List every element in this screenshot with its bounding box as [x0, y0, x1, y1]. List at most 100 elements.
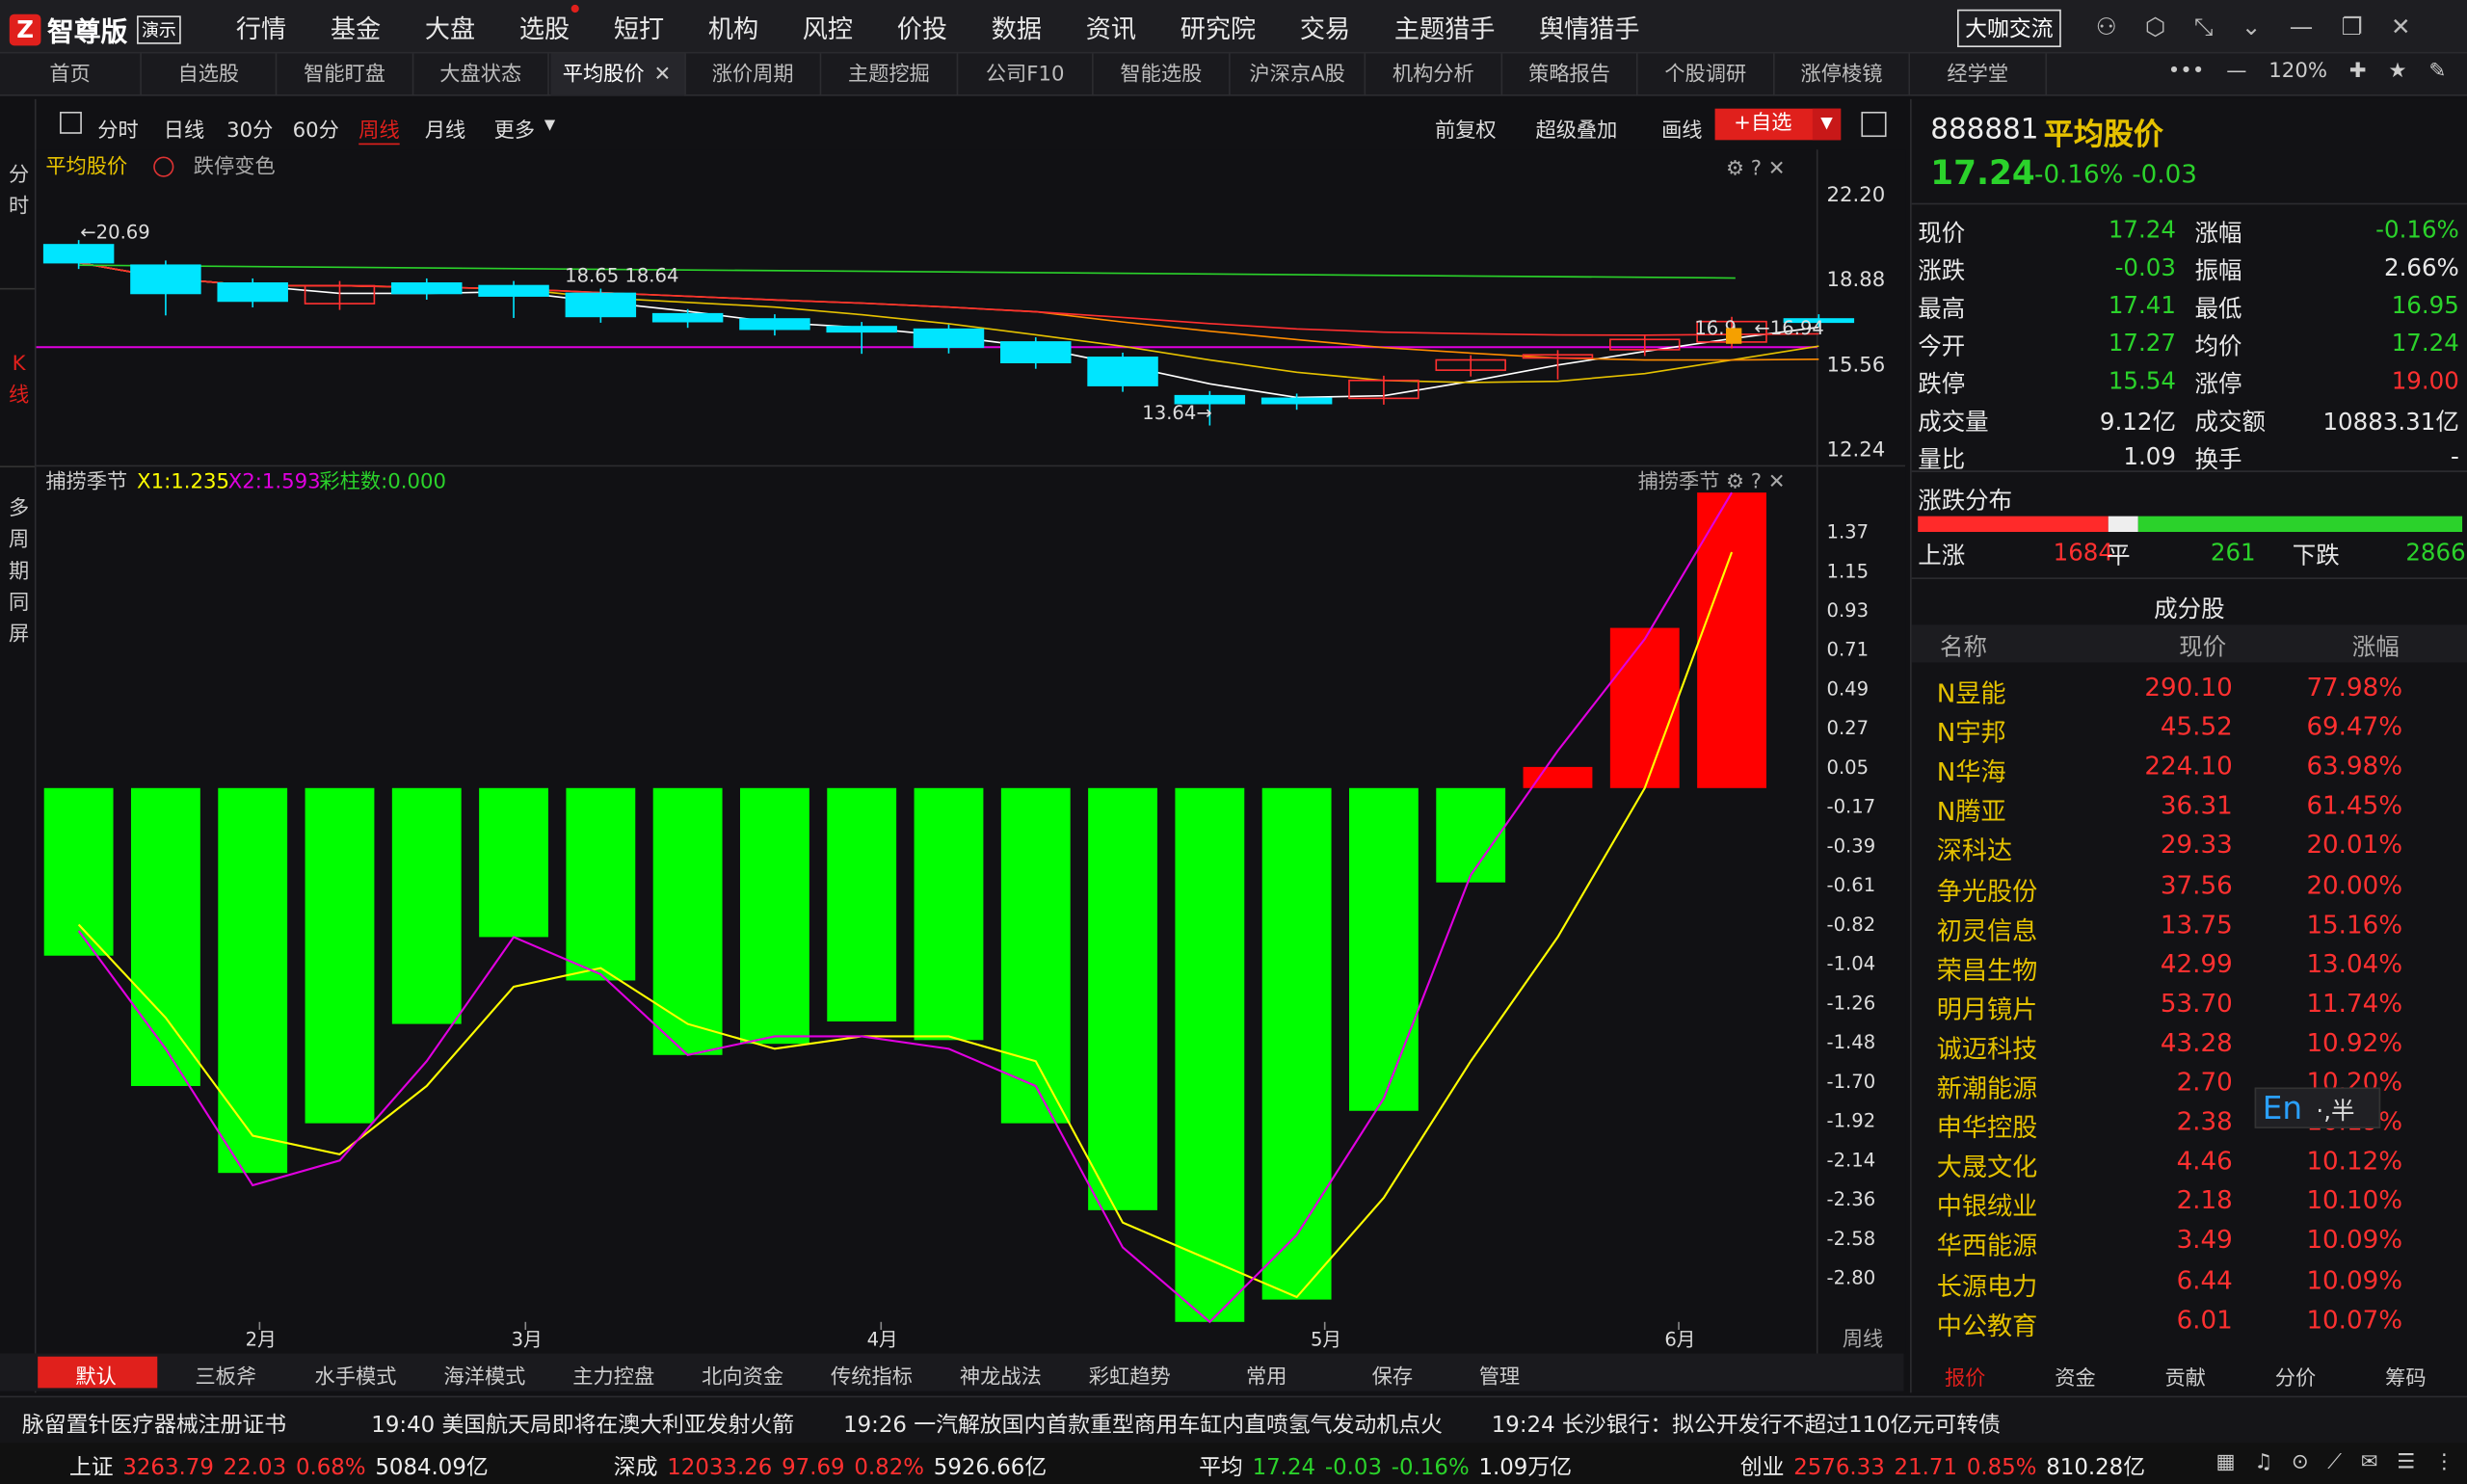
add-fav-dropdown-icon[interactable]: ▼: [1812, 108, 1842, 141]
trend-icon[interactable]: ⟋: [2327, 1451, 2342, 1474]
news-item[interactable]: 19:26 一汽解放国内首款重型商用车缸内直喷氢气发动机点火: [843, 1409, 1443, 1441]
tab-item[interactable]: 智能选股: [1095, 53, 1230, 96]
quote-tab[interactable]: 贡献: [2165, 1362, 2206, 1391]
tab-item[interactable]: 公司F10: [958, 53, 1094, 96]
star-icon[interactable]: ★: [2389, 60, 2407, 83]
indicator-settings-icon[interactable]: ⚙ ? ✕: [1726, 469, 1786, 493]
index-status[interactable]: 创业 2576.33 21.71 0.85% 810.28亿: [1740, 1451, 2145, 1483]
chevron-down-icon[interactable]: ⌄: [2242, 13, 2262, 40]
chart-option[interactable]: 前复权: [1435, 114, 1497, 143]
more-icon[interactable]: •••: [2168, 60, 2205, 83]
period-item[interactable]: 日线: [164, 114, 204, 143]
kline-settings-icon[interactable]: ⚙ ? ✕: [1726, 156, 1786, 180]
col-name[interactable]: 名称: [1940, 629, 1987, 662]
more-dropdown-icon[interactable]: ▼: [544, 118, 555, 133]
side-label-multi[interactable]: 多周期同屏: [7, 494, 32, 651]
component-row[interactable]: N宇邦 45.52 69.47%: [1912, 706, 2467, 748]
zoom-out-icon[interactable]: —: [2226, 60, 2246, 83]
menu-item[interactable]: 价投: [897, 8, 947, 45]
component-row[interactable]: 中银绒业 2.18 10.10%: [1912, 1180, 2467, 1222]
calendar-icon[interactable]: ▦: [2216, 1451, 2236, 1474]
component-row[interactable]: 荣昌生物 42.99 13.04%: [1912, 943, 2467, 985]
template-tab[interactable]: 神龙战法: [960, 1360, 1042, 1390]
menu-item[interactable]: 短打: [614, 8, 664, 45]
col-price[interactable]: 现价: [2179, 629, 2226, 662]
layout-toggle-icon[interactable]: [60, 111, 82, 134]
menu-item[interactable]: 研究院: [1180, 8, 1256, 45]
menu-item[interactable]: 大盘: [425, 8, 475, 45]
tab-item[interactable]: 首页: [0, 53, 142, 96]
settings-icon[interactable]: ⬡: [2145, 13, 2165, 40]
quote-tab[interactable]: 报价: [1945, 1362, 1985, 1391]
component-row[interactable]: 新潮能源 2.70 10.20%: [1912, 1062, 2467, 1103]
tab-item[interactable]: 沪深京A股: [1231, 53, 1366, 96]
component-row[interactable]: 中公教育 6.01 10.07%: [1912, 1299, 2467, 1340]
template-tab[interactable]: 海洋模式: [443, 1360, 525, 1390]
component-row[interactable]: 申华控股2.3810.19%: [1912, 1101, 2467, 1143]
component-row[interactable]: 长源电力 6.44 10.09%: [1912, 1259, 2467, 1301]
menu-item[interactable]: 交易: [1300, 8, 1350, 45]
menu-item[interactable]: 数据: [992, 8, 1042, 45]
tab-item[interactable]: 平均股价 ✕: [549, 53, 686, 96]
period-item[interactable]: 60分: [293, 114, 339, 143]
close-icon[interactable]: ✕: [2391, 13, 2411, 40]
panel-toggle-icon[interactable]: [1861, 111, 1887, 138]
tab-item[interactable]: 经学堂: [1911, 53, 2047, 96]
index-status[interactable]: 深成 12033.26 97.69 0.82% 5926.66亿: [614, 1451, 1047, 1483]
collapse-icon[interactable]: ⤡: [2194, 13, 2214, 40]
index-status[interactable]: 平均 17.24 -0.03 -0.16% 1.09万亿: [1199, 1451, 1572, 1483]
community-button[interactable]: 大咖交流: [1957, 9, 2061, 47]
template-tab[interactable]: 主力控盘: [572, 1360, 654, 1390]
template-tab[interactable]: 彩虹趋势: [1089, 1360, 1171, 1390]
alarm-icon[interactable]: ⊙: [2292, 1451, 2309, 1474]
side-label-intraday[interactable]: 分时: [7, 161, 32, 224]
tab-item[interactable]: 机构分析: [1366, 53, 1502, 96]
tab-item[interactable]: 智能盯盘: [278, 53, 413, 96]
index-status[interactable]: 上证 3263.79 22.03 0.68% 5084.09亿: [69, 1451, 489, 1483]
minimize-icon[interactable]: —: [2290, 13, 2313, 40]
period-item[interactable]: 周线: [358, 114, 400, 146]
menu-item[interactable]: 基金: [331, 8, 381, 45]
news-item[interactable]: 19:24 长沙银行：拟公开发行不超过110亿元可转债: [1492, 1409, 2001, 1441]
component-row[interactable]: 诚迈科技 43.28 10.92%: [1912, 1022, 2467, 1064]
bell-icon[interactable]: ♫: [2254, 1451, 2272, 1474]
pen-icon[interactable]: ✎: [2428, 60, 2446, 83]
period-item[interactable]: 30分: [226, 114, 273, 143]
template-tab[interactable]: 保存: [1372, 1360, 1413, 1390]
component-row[interactable]: 初灵信息 13.75 15.16%: [1912, 904, 2467, 945]
side-label-kline[interactable]: K线: [7, 350, 32, 412]
chart-option[interactable]: 超级叠加: [1535, 114, 1617, 143]
period-item[interactable]: 月线: [425, 114, 465, 143]
component-row[interactable]: N昱能 290.10 77.98%: [1912, 667, 2467, 708]
component-row[interactable]: N华海 224.10 63.98%: [1912, 746, 2467, 787]
component-row[interactable]: N腾亚 36.31 61.45%: [1912, 785, 2467, 827]
template-tab[interactable]: 传统指标: [831, 1360, 913, 1390]
template-tab[interactable]: 水手模式: [315, 1360, 397, 1390]
component-row[interactable]: 华西能源 3.49 10.09%: [1912, 1220, 2467, 1261]
more-icon[interactable]: ⋮: [2434, 1451, 2454, 1474]
quote-tab[interactable]: 资金: [2055, 1362, 2095, 1391]
tab-item[interactable]: 涨价周期: [686, 53, 822, 96]
template-tab[interactable]: 管理: [1479, 1360, 1520, 1390]
tab-item[interactable]: 大盘状态: [413, 53, 549, 96]
component-row[interactable]: 争光股份 37.56 20.00%: [1912, 864, 2467, 906]
component-row[interactable]: 明月镜片 53.70 11.74%: [1912, 983, 2467, 1024]
component-row[interactable]: 深科达 29.33 20.01%: [1912, 825, 2467, 866]
period-item[interactable]: 更多: [494, 114, 535, 143]
template-tab[interactable]: 常用: [1246, 1360, 1287, 1390]
tab-item[interactable]: 个股调研: [1638, 53, 1774, 96]
menu-item[interactable]: 机构: [708, 8, 758, 45]
template-tab[interactable]: 三板斧: [195, 1360, 256, 1390]
ime-indicator[interactable]: En ·,半: [2254, 1087, 2381, 1128]
restore-icon[interactable]: ❐: [2342, 13, 2363, 40]
list-icon[interactable]: ☰: [2397, 1451, 2415, 1474]
tab-item[interactable]: 主题挖掘: [822, 53, 958, 96]
menu-item[interactable]: 舆情猎手: [1539, 8, 1640, 45]
quote-tab[interactable]: 筹码: [2385, 1362, 2426, 1391]
menu-item[interactable]: 资讯: [1086, 8, 1136, 45]
period-item[interactable]: 分时: [97, 114, 138, 143]
tab-item[interactable]: 涨停棱镜: [1775, 53, 1911, 96]
col-pct[interactable]: 涨幅: [2352, 629, 2400, 662]
mail-icon[interactable]: ✉: [2361, 1451, 2378, 1474]
menu-item[interactable]: 选股: [519, 4, 579, 45]
